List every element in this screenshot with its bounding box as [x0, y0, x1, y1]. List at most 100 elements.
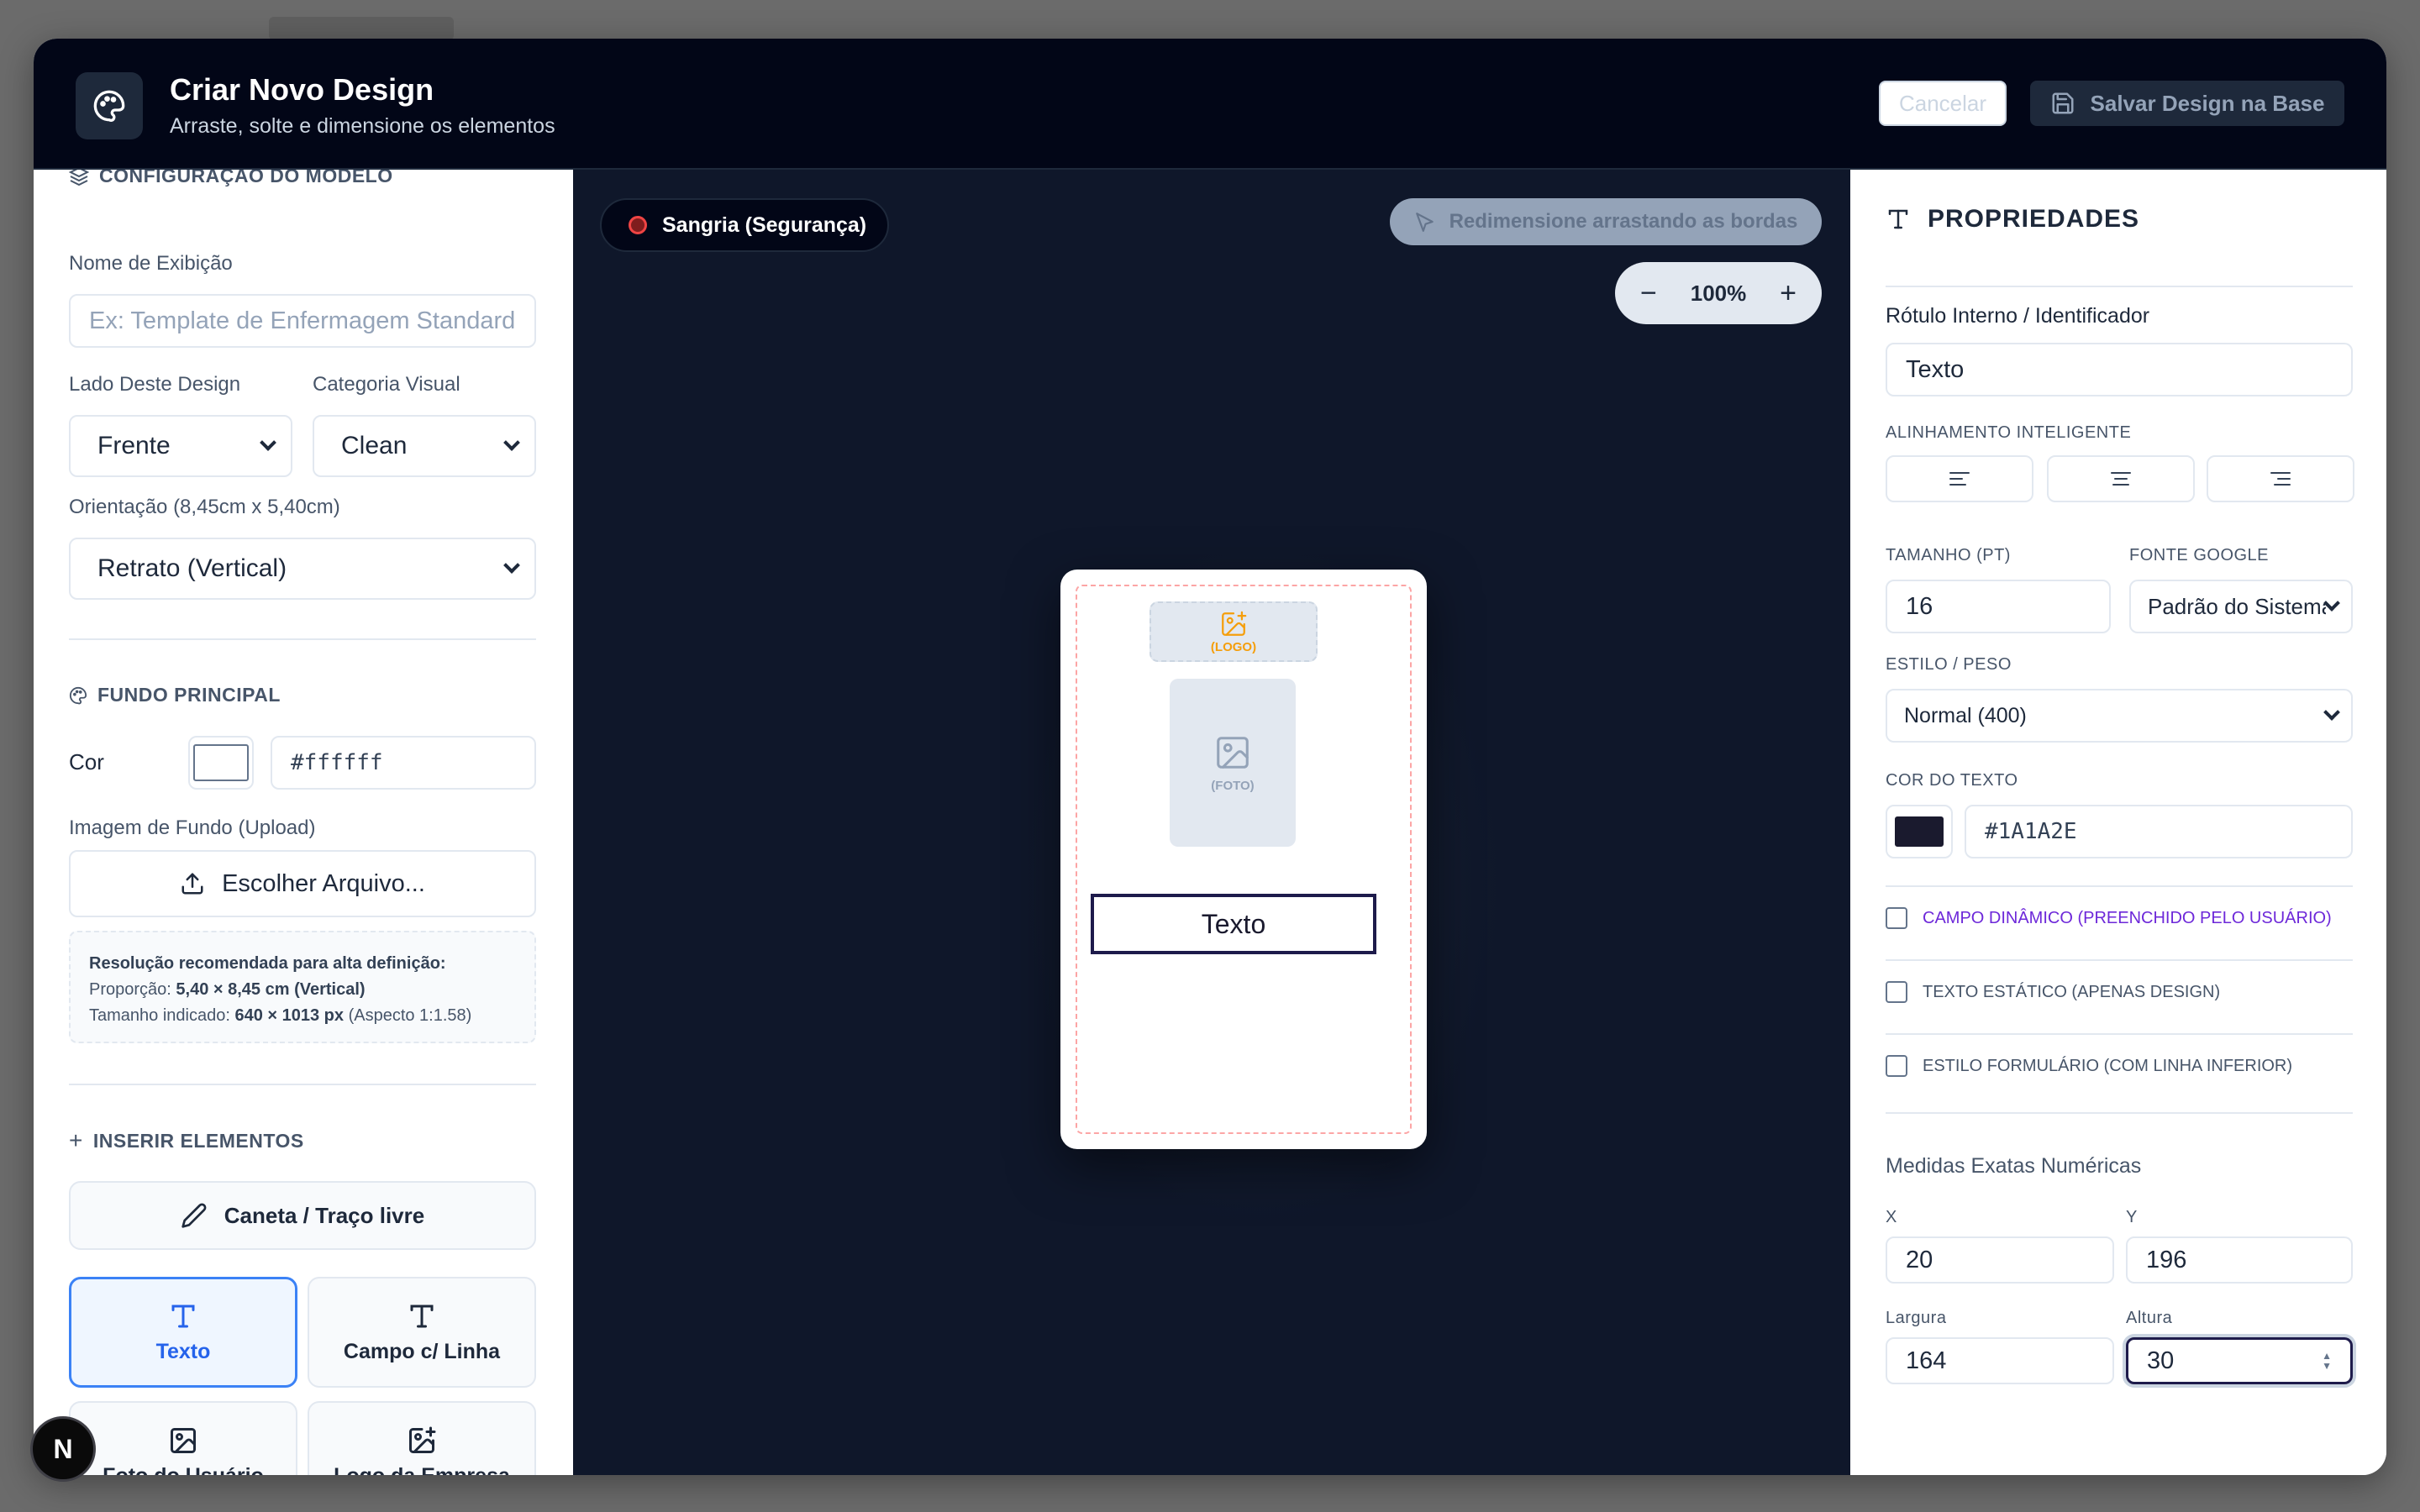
insert-section-title: + INSERIR ELEMENTOS: [69, 1127, 304, 1153]
checkbox[interactable]: [1886, 1055, 1907, 1077]
color-label: Cor: [69, 749, 104, 774]
divider: [69, 1084, 536, 1085]
image-icon: [1217, 736, 1249, 769]
palette-icon: [76, 72, 143, 139]
width-label: Largura: [1886, 1309, 1947, 1327]
divider: [1886, 1112, 2353, 1114]
chevron-down-icon: [503, 434, 520, 451]
left-config-panel[interactable]: CONFIGURAÇÃO DO MODELO Nome de Exibição …: [34, 170, 573, 1475]
align-left-icon: [1949, 472, 1970, 486]
divider: [1886, 286, 2353, 287]
x-input[interactable]: 20: [1886, 1236, 2114, 1284]
zoom-out-button[interactable]: −: [1640, 277, 1657, 310]
layers-icon: [69, 170, 89, 186]
modal-title: Criar Novo Design: [170, 72, 434, 107]
zoom-in-button[interactable]: +: [1780, 277, 1797, 310]
plus-icon: +: [69, 1127, 83, 1153]
category-select[interactable]: Clean: [313, 415, 536, 477]
properties-panel[interactable]: PROPRIEDADES Rótulo Interno / Identifica…: [1850, 170, 2386, 1475]
type-icon: [410, 1305, 434, 1327]
choose-file-button[interactable]: Escolher Arquivo...: [69, 850, 536, 917]
side-select[interactable]: Frente: [69, 415, 292, 477]
image-plus-icon: [1222, 611, 1247, 636]
smart-align-label: ALINHAMENTO INTELIGENTE: [1886, 423, 2132, 442]
cancel-button[interactable]: Cancelar: [1879, 81, 2007, 126]
font-family-label: FONTE GOOGLE: [2129, 546, 2270, 564]
bg-color-swatch[interactable]: [188, 736, 254, 790]
form-style-checkbox[interactable]: ESTILO FORMULÁRIO (COM LINHA INFERIOR): [1886, 1055, 2292, 1077]
display-name-input[interactable]: Ex: Template de Enfermagem Standard: [69, 294, 536, 348]
divider: [1886, 959, 2353, 961]
align-right-button[interactable]: [2207, 455, 2354, 502]
text-tool-button[interactable]: Texto: [69, 1277, 297, 1388]
design-canvas-area[interactable]: Sangria (Segurança) Redimensione arrasta…: [573, 170, 1850, 1475]
user-photo-tool-button[interactable]: Foto do Usuário: [69, 1401, 297, 1475]
modal-subtitle: Arraste, solte e dimensione os elementos: [170, 114, 555, 138]
pen-tool-button[interactable]: Caneta / Traço livre: [69, 1181, 536, 1250]
font-size-label: TAMANHO (PT): [1886, 546, 2011, 564]
x-label: X: [1886, 1208, 1897, 1226]
resolution-hint: Resolução recomendada para alta definiçã…: [69, 931, 536, 1043]
style-weight-select[interactable]: Normal (400): [1886, 689, 2353, 743]
display-name-label: Nome de Exibição: [69, 252, 233, 275]
bg-image-label: Imagem de Fundo (Upload): [69, 816, 316, 839]
background-section-title: FUNDO PRINCIPAL: [69, 684, 281, 706]
font-size-input[interactable]: 16: [1886, 580, 2111, 633]
create-design-modal: Criar Novo Design Arraste, solte e dimen…: [34, 39, 2386, 1475]
properties-title: PROPRIEDADES: [1886, 205, 2139, 234]
text-color-swatch[interactable]: [1886, 805, 1953, 858]
align-left-button[interactable]: [1886, 455, 2033, 502]
bleed-indicator-icon: [629, 216, 647, 234]
pen-icon: [182, 1203, 207, 1228]
model-section-title: CONFIGURAÇÃO DO MODELO: [69, 170, 393, 187]
image-icon: [171, 1427, 196, 1453]
internal-label-input[interactable]: Texto: [1886, 343, 2353, 396]
chevron-down-icon: [503, 557, 520, 574]
align-center-icon: [2111, 472, 2131, 486]
logo-placeholder[interactable]: (LOGO): [1150, 601, 1318, 662]
framework-badge[interactable]: N: [30, 1416, 96, 1482]
spinner-icon[interactable]: ▲ ▼: [2322, 1351, 2332, 1371]
selected-text-element[interactable]: Texto: [1091, 894, 1376, 954]
field-line-tool-button[interactable]: Campo c/ Linha: [308, 1277, 536, 1388]
palette-icon: [69, 686, 87, 704]
bg-color-input[interactable]: #ffffff: [271, 736, 536, 790]
checkbox[interactable]: [1886, 981, 1907, 1003]
zoom-level: 100%: [1690, 280, 1747, 306]
orientation-label: Orientação (8,45cm x 5,40cm): [69, 496, 340, 518]
font-family-select[interactable]: Padrão do Sistema: [2129, 580, 2353, 633]
y-input[interactable]: 196: [2126, 1236, 2353, 1284]
design-card[interactable]: (LOGO) (FOTO) Texto: [1060, 570, 1427, 1149]
save-icon: [2052, 92, 2074, 114]
align-center-button[interactable]: [2047, 455, 2195, 502]
photo-placeholder[interactable]: (FOTO): [1170, 679, 1296, 847]
chevron-down-icon: [2323, 595, 2340, 612]
save-design-label: Salvar Design na Base: [2090, 90, 2325, 116]
modal-header: Criar Novo Design Arraste, solte e dimen…: [34, 39, 2386, 170]
bleed-toggle[interactable]: Sangria (Segurança): [600, 198, 889, 252]
text-color-input[interactable]: #1A1A2E: [1965, 805, 2353, 858]
static-text-checkbox[interactable]: TEXTO ESTÁTICO (APENAS DESIGN): [1886, 981, 2220, 1003]
dynamic-field-checkbox[interactable]: CAMPO DINÂMICO (PREENCHIDO PELO USUÁRIO): [1886, 907, 2332, 929]
align-right-icon: [2270, 472, 2291, 486]
resize-hint-badge: Redimensione arrastando as bordas: [1390, 198, 1822, 245]
divider: [1886, 885, 2353, 887]
divider: [1886, 1033, 2353, 1035]
height-input[interactable]: 30 ▲ ▼: [2126, 1337, 2353, 1384]
image-plus-icon: [409, 1426, 436, 1453]
cursor-icon: [1415, 213, 1434, 232]
type-icon: [171, 1305, 195, 1327]
category-label: Categoria Visual: [313, 373, 460, 396]
save-design-button[interactable]: Salvar Design na Base: [2030, 81, 2344, 126]
background-app-strip: [269, 17, 454, 40]
company-logo-tool-button[interactable]: Logo da Empresa: [308, 1401, 536, 1475]
width-input[interactable]: 164: [1886, 1337, 2114, 1384]
upload-icon: [182, 873, 203, 895]
y-label: Y: [2126, 1208, 2138, 1226]
bleed-guide: [1076, 585, 1412, 1134]
height-label: Altura: [2126, 1309, 2173, 1327]
chevron-down-icon: [260, 434, 276, 451]
chevron-down-icon: [2323, 704, 2340, 721]
orientation-select[interactable]: Retrato (Vertical): [69, 538, 536, 600]
checkbox[interactable]: [1886, 907, 1907, 929]
